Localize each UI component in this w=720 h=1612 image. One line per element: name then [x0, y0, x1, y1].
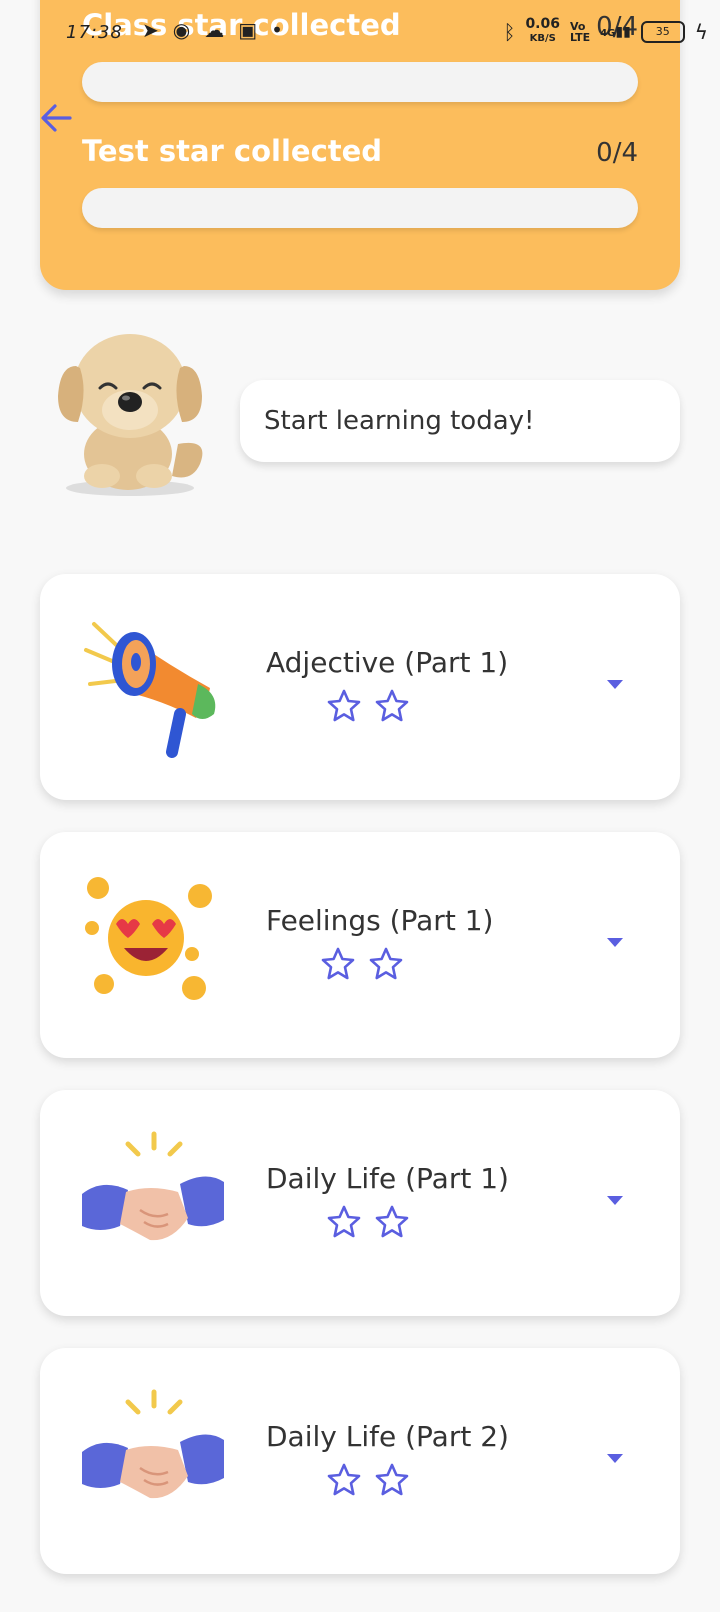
lesson-title: Feelings (Part 1) [266, 904, 494, 937]
handshake-icon [82, 1131, 224, 1241]
network-speed-unit: KB/S [529, 33, 556, 44]
lesson-stars [326, 1462, 410, 1498]
status-time: 17:38 [66, 22, 123, 43]
lesson-card-daily-life-part-1[interactable]: Daily Life (Part 1) [40, 1090, 680, 1316]
test-star-count: 0/4 [596, 138, 638, 168]
lesson-stars [320, 946, 404, 982]
chevron-down-icon[interactable] [606, 936, 624, 948]
status-bar: 17:38 ➤ ◉ ☁ ▣ • ᛒ 0.06 KB/S Vo LTE 4G▮▮ 3… [0, 0, 720, 66]
mascot-message: Start learning today! [264, 406, 535, 436]
back-arrow-icon[interactable] [38, 100, 74, 136]
star-outline-icon [327, 1205, 361, 1238]
charging-icon: ϟ [694, 19, 708, 44]
signal-icon: 4G▮▮ [600, 23, 631, 40]
lesson-title: Adjective (Part 1) [266, 646, 509, 679]
class-star-progress-bar [82, 62, 638, 102]
lesson-stars [326, 688, 410, 724]
messenger-icon: ◉ [172, 18, 191, 42]
battery-icon: 35 [640, 20, 685, 43]
chevron-down-icon[interactable] [606, 1452, 624, 1464]
network-speed: 0.06 KB/S [525, 16, 560, 45]
bluetooth-icon: ᛒ [503, 19, 516, 44]
dot-icon: • [271, 18, 283, 42]
megaphone-icon [84, 622, 216, 758]
notification-icons: ➤ ◉ ☁ ▣ • [142, 18, 283, 42]
chevron-down-icon[interactable] [606, 678, 624, 690]
volte-icon: Vo LTE [569, 19, 591, 44]
teams-icon: ▣ [238, 18, 258, 42]
star-outline-icon [327, 689, 361, 722]
test-star-progress-bar [82, 188, 638, 228]
mascot-speech-bubble: Start learning today! [240, 380, 680, 462]
lesson-card-feelings-part-1[interactable]: Feelings (Part 1) [40, 832, 680, 1058]
star-outline-icon [369, 947, 403, 980]
lesson-title: Daily Life (Part 1) [266, 1162, 509, 1195]
test-star-label: Test star collected [82, 134, 383, 168]
lesson-stars [326, 1204, 410, 1240]
heart-eyes-emoji-icon [85, 877, 212, 1000]
star-outline-icon [375, 689, 409, 722]
chevron-down-icon[interactable] [606, 1194, 624, 1206]
battery-level: 35 [655, 24, 670, 38]
system-icons: ᛒ 0.06 KB/S Vo LTE 4G▮▮ 35 ϟ [503, 16, 708, 45]
lesson-title: Daily Life (Part 2) [266, 1420, 509, 1453]
star-outline-icon [375, 1205, 409, 1238]
network-speed-value: 0.06 [525, 16, 560, 32]
lesson-card-adjective-part-1[interactable]: Adjective (Part 1) [40, 574, 680, 800]
puppy-mascot-icon [58, 334, 203, 496]
lesson-card-daily-life-part-2[interactable]: Daily Life (Part 2) [40, 1348, 680, 1574]
cloud-icon: ☁ [204, 18, 225, 42]
network-type: 4G [600, 27, 616, 39]
star-outline-icon [321, 947, 355, 980]
star-outline-icon [327, 1463, 361, 1496]
telegram-icon: ➤ [142, 18, 159, 42]
star-outline-icon [375, 1463, 409, 1496]
handshake-icon [82, 1389, 224, 1499]
